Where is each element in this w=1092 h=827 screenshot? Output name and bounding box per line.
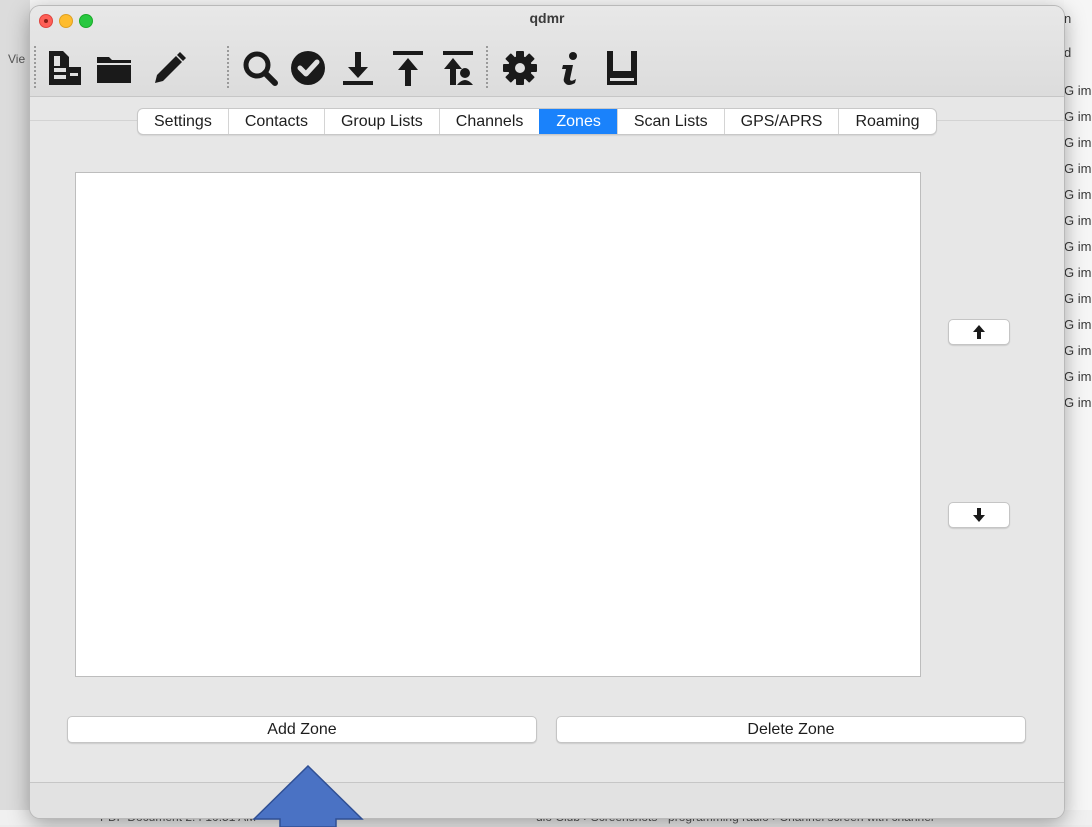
move-zone-down-button[interactable]: [948, 502, 1010, 528]
title-bar: qdmr: [30, 6, 1064, 97]
edit-button[interactable]: [146, 46, 190, 90]
tab-zones[interactable]: Zones: [539, 109, 617, 134]
tab-bar: Settings Contacts Group Lists Channels Z…: [137, 108, 937, 135]
search-icon: [243, 51, 278, 86]
verify-check-icon: [291, 51, 325, 85]
tab-roaming[interactable]: Roaming: [838, 109, 935, 134]
verify-button[interactable]: [286, 46, 330, 90]
background-right-item: G im: [1064, 161, 1092, 176]
annotation-arrow-icon: [252, 765, 364, 827]
status-bar: [30, 782, 1064, 818]
background-right-top: n: [1064, 11, 1072, 26]
tab-settings[interactable]: Settings: [138, 109, 228, 134]
background-right-item: G im: [1064, 187, 1092, 202]
background-right-item: G im: [1064, 291, 1092, 306]
tab-group-lists[interactable]: Group Lists: [323, 109, 439, 134]
tab-contacts[interactable]: Contacts: [227, 109, 324, 134]
search-button[interactable]: [238, 46, 282, 90]
background-right-item: G im: [1064, 395, 1092, 410]
qdmr-window: qdmr Settings Contacts Group Lists Chann…: [30, 6, 1064, 818]
help-book-icon: [607, 51, 637, 85]
background-right-item: G im: [1064, 343, 1092, 358]
toolbar-handle[interactable]: [34, 46, 38, 88]
tab-channels[interactable]: Channels: [438, 109, 540, 134]
about-button[interactable]: [548, 46, 592, 90]
upload-callsign-db-icon: [443, 51, 473, 85]
background-left-label: Vie: [8, 52, 26, 66]
background-right-item: G im: [1064, 213, 1092, 228]
background-right-item: G im: [1064, 317, 1092, 332]
tab-gps-aprs[interactable]: GPS/APRS: [723, 109, 839, 134]
background-right-item: G im: [1064, 239, 1092, 254]
arrow-down-icon: [973, 508, 985, 522]
toolbar-separator: [486, 46, 490, 88]
open-codeplug-button[interactable]: [92, 46, 136, 90]
info-icon: [562, 52, 577, 85]
background-right-header: d: [1064, 45, 1072, 60]
upload-callsign-db-button[interactable]: [436, 46, 480, 90]
new-codeplug-button[interactable]: [42, 46, 86, 90]
background-right-item: G im: [1064, 265, 1092, 280]
download-button[interactable]: [336, 46, 380, 90]
settings-button[interactable]: [498, 46, 542, 90]
upload-icon: [393, 51, 423, 86]
move-zone-up-button[interactable]: [948, 319, 1010, 345]
help-button[interactable]: [600, 46, 644, 90]
background-right-item: G im: [1064, 369, 1092, 384]
zone-list[interactable]: [75, 172, 921, 677]
arrow-up-icon: [973, 325, 985, 339]
upload-button[interactable]: [386, 46, 430, 90]
add-zone-button[interactable]: Add Zone: [67, 716, 537, 743]
delete-zone-button[interactable]: Delete Zone: [556, 716, 1026, 743]
window-title: qdmr: [529, 10, 565, 26]
background-right-item: G im: [1064, 135, 1092, 150]
toolbar-separator: [227, 46, 231, 88]
download-icon: [343, 52, 373, 85]
open-folder-icon: [97, 57, 131, 83]
background-right-item: G im: [1064, 109, 1092, 124]
settings-gear-icon: [503, 51, 537, 85]
tab-scan-lists[interactable]: Scan Lists: [616, 109, 724, 134]
background-right-item: G im: [1064, 83, 1092, 98]
background-left-strip: Vie: [0, 0, 30, 825]
new-document-icon: [49, 51, 81, 85]
edit-pencil-icon: [155, 52, 186, 83]
